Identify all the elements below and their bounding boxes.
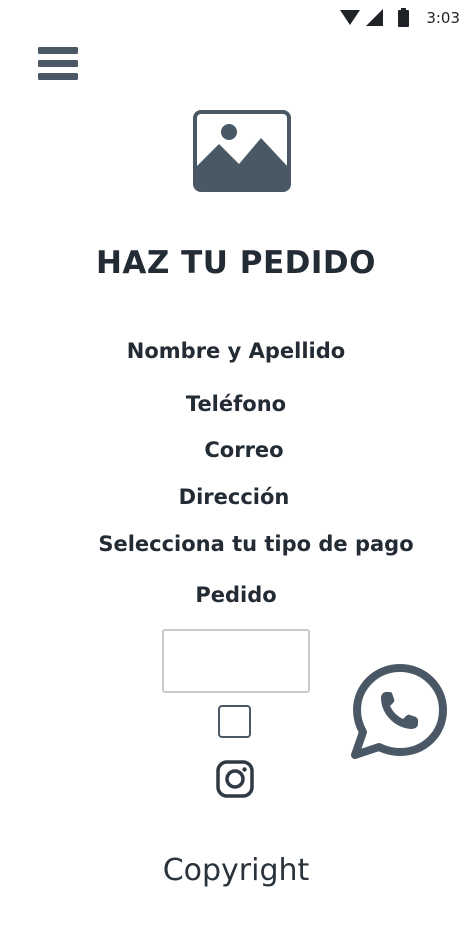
signal-icon: [366, 9, 384, 26]
label-order: Pedido: [195, 583, 277, 607]
label-address: Dirección: [178, 485, 290, 509]
page-title: HAZ TU PEDIDO: [95, 245, 377, 281]
checkbox[interactable]: [218, 705, 251, 738]
whatsapp-icon[interactable]: [350, 662, 448, 760]
label-email: Correo: [204, 438, 284, 462]
instagram-icon[interactable]: [216, 760, 254, 798]
order-input[interactable]: [162, 629, 310, 693]
image-placeholder-icon: [193, 110, 291, 192]
status-bar: 3:03: [0, 0, 472, 34]
hamburger-menu-icon[interactable]: [38, 46, 78, 80]
wifi-icon: [340, 10, 361, 25]
label-name: Nombre y Apellido: [126, 339, 346, 363]
copyright-text: Copyright: [162, 853, 310, 888]
battery-icon: [398, 8, 410, 27]
status-icons: 3:03: [340, 8, 460, 27]
status-time: 3:03: [426, 8, 460, 27]
label-phone: Teléfono: [185, 392, 287, 416]
label-payment-type: Selecciona tu tipo de pago: [98, 532, 414, 556]
